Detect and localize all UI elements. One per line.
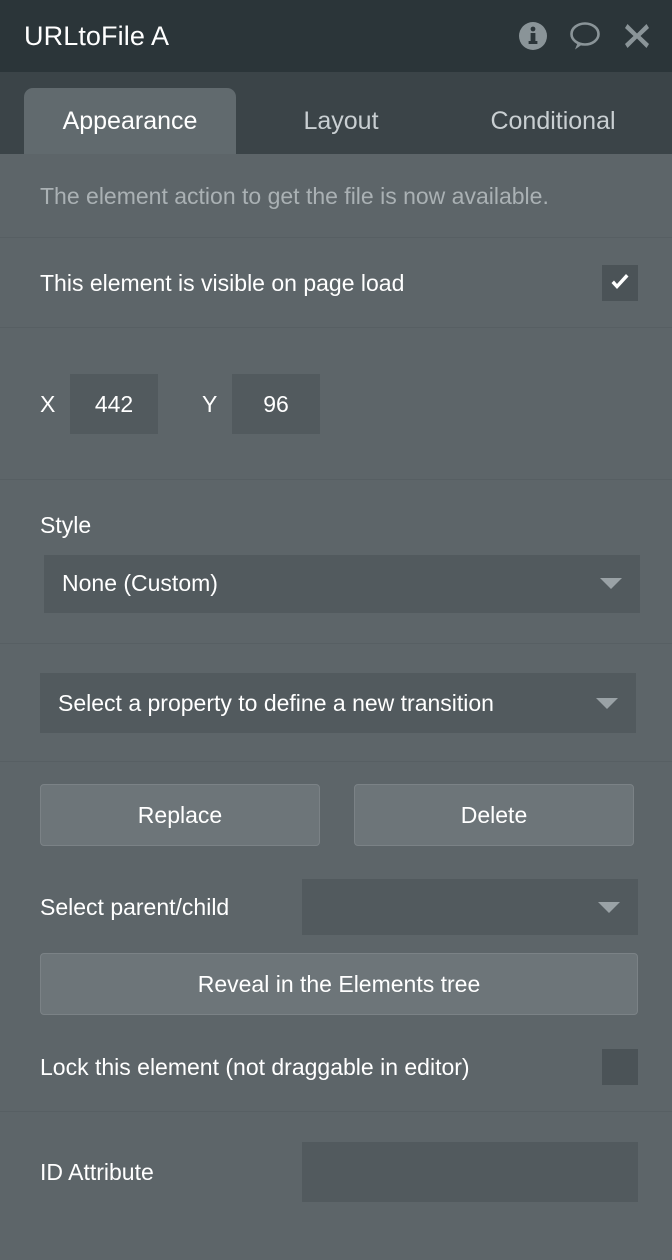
check-icon <box>611 274 629 289</box>
lock-element-row: Lock this element (not draggable in edit… <box>0 1022 672 1112</box>
position-row: X 442 Y 96 <box>0 328 672 480</box>
chevron-down-icon <box>600 578 622 589</box>
tab-layout[interactable]: Layout <box>236 88 446 154</box>
tab-conditional[interactable]: Conditional <box>446 88 660 154</box>
panel-body: The element action to get the file is no… <box>0 154 672 1260</box>
x-label: X <box>40 390 56 417</box>
x-input[interactable]: 442 <box>70 374 158 434</box>
style-dropdown-value: None (Custom) <box>62 570 218 596</box>
transition-property-value: Select a property to define a new transi… <box>58 689 494 716</box>
action-note-row: The element action to get the file is no… <box>0 154 672 238</box>
tab-appearance-label: Appearance <box>62 106 198 135</box>
style-label: Style <box>40 511 92 538</box>
visible-on-page-load-label: This element is visible on page load <box>40 269 405 296</box>
style-dropdown[interactable]: None (Custom) <box>44 554 640 613</box>
id-attribute-row: ID Attribute <box>0 1112 672 1232</box>
tab-layout-label: Layout <box>303 106 379 135</box>
tab-conditional-label: Conditional <box>490 106 616 135</box>
reveal-row: Reveal in the Elements tree <box>0 946 672 1022</box>
select-parent-child-label: Select parent/child <box>40 893 230 920</box>
y-input[interactable]: 96 <box>232 374 320 434</box>
element-actions-row: Replace Delete <box>0 762 672 868</box>
lock-element-label: Lock this element (not draggable in edit… <box>40 1053 470 1080</box>
y-label: Y <box>202 390 218 417</box>
titlebar-icon-group <box>516 19 654 53</box>
visible-on-page-load-checkbox[interactable] <box>602 265 638 301</box>
titlebar: URLtoFile A <box>0 0 672 72</box>
visible-on-page-load-row: This element is visible on page load <box>0 238 672 328</box>
select-parent-child-row: Select parent/child <box>0 868 672 946</box>
comment-icon[interactable] <box>568 19 602 53</box>
tab-bar: Appearance Layout Conditional <box>0 72 672 154</box>
id-attribute-label: ID Attribute <box>40 1158 154 1185</box>
element-property-panel: URLtoFile A Appearance Layout Conditiona… <box>0 0 672 1260</box>
delete-button[interactable]: Delete <box>354 784 634 846</box>
info-icon[interactable] <box>516 19 550 53</box>
chevron-down-icon <box>598 901 620 913</box>
transition-property-dropdown[interactable]: Select a property to define a new transi… <box>40 673 636 733</box>
action-note-text: The element action to get the file is no… <box>40 182 549 209</box>
replace-button[interactable]: Replace <box>40 784 320 846</box>
select-parent-child-dropdown[interactable] <box>302 879 638 935</box>
close-icon[interactable] <box>620 19 654 53</box>
id-attribute-input[interactable] <box>302 1142 638 1202</box>
page-title: URLtoFile A <box>24 20 170 51</box>
reveal-in-elements-tree-button[interactable]: Reveal in the Elements tree <box>40 953 638 1015</box>
transition-row: Select a property to define a new transi… <box>0 644 672 762</box>
lock-element-checkbox[interactable] <box>602 1049 638 1085</box>
tab-appearance[interactable]: Appearance <box>24 88 236 154</box>
chevron-down-icon <box>596 697 618 709</box>
style-row: Style None (Custom) <box>0 480 672 644</box>
